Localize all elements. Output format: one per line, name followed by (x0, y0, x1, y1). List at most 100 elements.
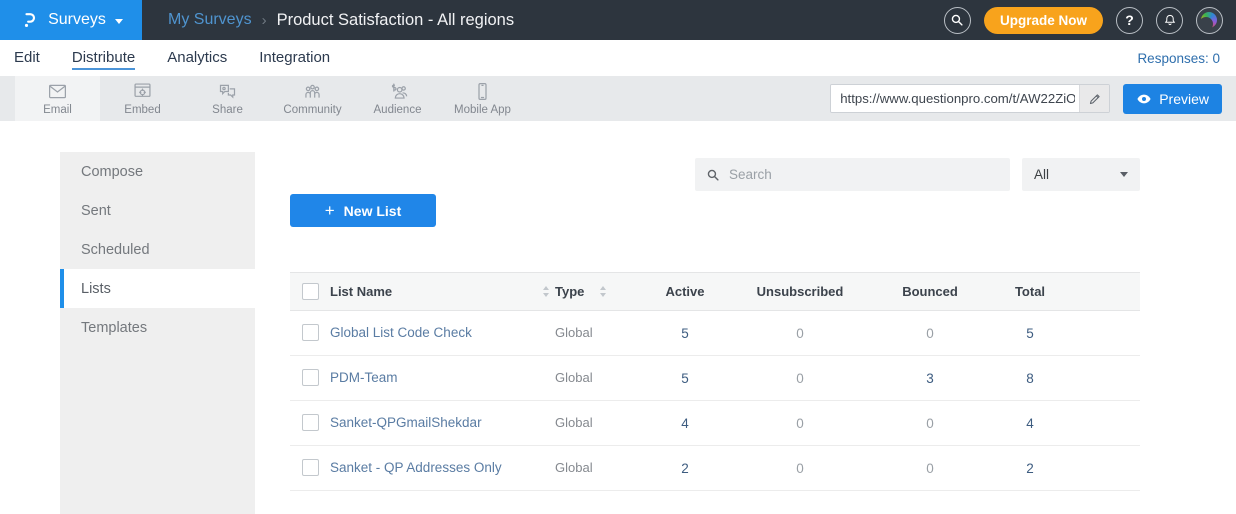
active-count[interactable]: 5 (645, 311, 725, 356)
channel-label: Community (283, 104, 341, 116)
search-icon (706, 168, 720, 182)
upgrade-now-button[interactable]: Upgrade Now (984, 7, 1103, 34)
row-checkbox[interactable] (302, 459, 319, 476)
tab-analytics[interactable]: Analytics (167, 49, 227, 70)
sort-icon[interactable] (600, 286, 606, 297)
lists-main-panel: All + New List Li (255, 152, 1175, 514)
active-count[interactable]: 5 (645, 356, 725, 401)
breadcrumb-current-survey: Product Satisfaction - All regions (277, 11, 515, 30)
row-checkbox[interactable] (302, 414, 319, 431)
active-count[interactable]: 4 (645, 401, 725, 446)
top-header-bar: Surveys My Surveys › Product Satisfactio… (0, 0, 1236, 40)
channel-label: Email (43, 104, 72, 116)
questionpro-logo-icon (19, 9, 39, 31)
search-button[interactable] (944, 7, 971, 34)
mobile-app-icon (472, 81, 493, 102)
table-row: Global List Code Check Global 5 0 0 5 (290, 311, 1140, 356)
list-name-link[interactable]: Sanket-QPGmailShekdar (330, 415, 482, 430)
unsubscribed-count[interactable]: 0 (725, 356, 875, 401)
row-checkbox[interactable] (302, 369, 319, 386)
total-count[interactable]: 2 (985, 446, 1075, 491)
channel-community[interactable]: Community (270, 76, 355, 121)
column-header-unsubscribed: Unsubscribed (725, 273, 875, 311)
tab-integration[interactable]: Integration (259, 49, 330, 70)
unsubscribed-count[interactable]: 0 (725, 311, 875, 356)
email-sidebar: Compose Sent Scheduled Lists Templates (60, 152, 255, 514)
tab-distribute[interactable]: Distribute (72, 49, 135, 70)
header-actions: Upgrade Now ? (944, 7, 1236, 34)
bounced-count[interactable]: 3 (875, 356, 985, 401)
surveys-product-menu[interactable]: Surveys (0, 0, 142, 40)
column-header-total: Total (985, 273, 1075, 311)
sidebar-item-sent[interactable]: Sent (60, 191, 255, 230)
distribute-channel-toolbar: Email Embed Share Community Audience (0, 76, 1236, 121)
channel-label: Share (212, 104, 243, 116)
channel-mobile-app[interactable]: Mobile App (440, 76, 525, 121)
sidebar-item-templates[interactable]: Templates (60, 308, 255, 347)
sort-icon[interactable] (543, 286, 549, 297)
search-input[interactable] (729, 167, 999, 182)
tab-edit[interactable]: Edit (14, 49, 40, 70)
channel-embed[interactable]: Embed (100, 76, 185, 121)
edit-url-button[interactable] (1079, 85, 1109, 112)
survey-url-box (830, 84, 1110, 113)
bell-icon (1163, 13, 1177, 27)
row-checkbox[interactable] (302, 324, 319, 341)
list-name-link[interactable]: Global List Code Check (330, 325, 472, 340)
breadcrumb-separator: › (262, 12, 267, 29)
unsubscribed-count[interactable]: 0 (725, 401, 875, 446)
select-all-checkbox[interactable] (302, 283, 319, 300)
preview-label: Preview (1159, 91, 1209, 107)
table-row: PDM-Team Global 5 0 3 8 (290, 356, 1140, 401)
survey-url-input[interactable] (831, 85, 1079, 112)
bounced-count[interactable]: 0 (875, 401, 985, 446)
audience-icon (387, 81, 408, 102)
list-type: Global (555, 460, 593, 475)
new-list-button[interactable]: + New List (290, 194, 436, 227)
breadcrumb: My Surveys › Product Satisfaction - All … (168, 11, 514, 30)
column-header-active: Active (645, 273, 725, 311)
list-filter-dropdown[interactable]: All (1022, 158, 1140, 191)
share-icon (217, 81, 238, 102)
help-button[interactable]: ? (1116, 7, 1143, 34)
breadcrumb-my-surveys[interactable]: My Surveys (168, 11, 252, 29)
list-type: Global (555, 370, 593, 385)
channel-label: Audience (374, 104, 422, 116)
table-row: Sanket-QPGmailShekdar Global 4 0 0 4 (290, 401, 1140, 446)
channel-share[interactable]: Share (185, 76, 270, 121)
column-header-type: Type (555, 284, 584, 299)
total-count[interactable]: 5 (985, 311, 1075, 356)
unsubscribed-count[interactable]: 0 (725, 446, 875, 491)
responses-count[interactable]: Responses: 0 (1137, 51, 1236, 66)
email-section-card: Compose Sent Scheduled Lists Templates A… (60, 152, 1175, 514)
new-list-label: New List (344, 203, 402, 219)
column-header-list-name: List Name (330, 284, 392, 299)
total-count[interactable]: 8 (985, 356, 1075, 401)
eye-icon (1136, 91, 1152, 107)
sidebar-item-scheduled[interactable]: Scheduled (60, 230, 255, 269)
sidebar-item-lists[interactable]: Lists (60, 269, 255, 308)
list-type: Global (555, 325, 593, 340)
total-count[interactable]: 4 (985, 401, 1075, 446)
list-name-link[interactable]: Sanket - QP Addresses Only (330, 460, 502, 475)
community-icon (302, 81, 323, 102)
channel-audience[interactable]: Audience (355, 76, 440, 121)
bounced-count[interactable]: 0 (875, 446, 985, 491)
email-icon (47, 81, 68, 102)
user-avatar[interactable] (1196, 7, 1223, 34)
list-controls-row: All (290, 158, 1140, 191)
email-lists-page: Compose Sent Scheduled Lists Templates A… (0, 121, 1236, 514)
list-type: Global (555, 415, 593, 430)
preview-button[interactable]: Preview (1123, 84, 1222, 114)
column-header-bounced: Bounced (875, 273, 985, 311)
embed-icon (132, 81, 153, 102)
channel-label: Mobile App (454, 104, 511, 116)
active-count[interactable]: 2 (645, 446, 725, 491)
bounced-count[interactable]: 0 (875, 311, 985, 356)
notifications-button[interactable] (1156, 7, 1183, 34)
list-name-link[interactable]: PDM-Team (330, 370, 398, 385)
search-icon (950, 13, 964, 27)
sidebar-item-compose[interactable]: Compose (60, 152, 255, 191)
channel-email[interactable]: Email (15, 76, 100, 121)
question-mark-icon: ? (1125, 12, 1134, 28)
